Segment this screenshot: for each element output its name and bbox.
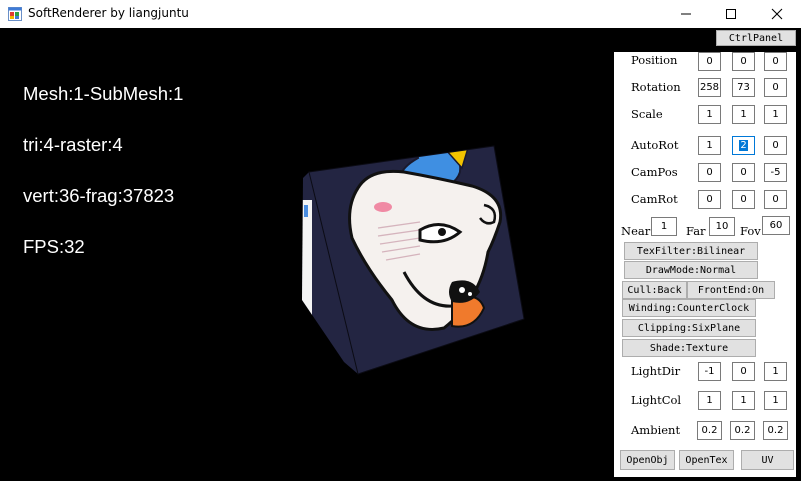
lightcol-label: LightCol	[631, 393, 682, 407]
maximize-button[interactable]	[708, 0, 754, 28]
position-z-field[interactable]: 0	[764, 52, 787, 71]
autorot-label: AutoRot	[631, 138, 679, 152]
campos-x-field[interactable]: 0	[698, 163, 721, 182]
campos-y-field[interactable]: 0	[732, 163, 755, 182]
window-title: SoftRenderer by liangjuntu	[28, 6, 189, 20]
campos-label: CamPos	[631, 165, 678, 179]
lightcol-y-field[interactable]: 1	[732, 391, 755, 410]
maximize-icon	[726, 9, 736, 19]
rotation-x-field[interactable]: 258	[698, 78, 721, 97]
near-field[interactable]: 1	[651, 217, 677, 236]
autorot-y-value: 2	[739, 140, 748, 151]
lightdir-label: LightDir	[631, 364, 681, 378]
lightdir-y-field[interactable]: 0	[732, 362, 755, 381]
far-field[interactable]: 10	[709, 217, 735, 236]
close-icon	[771, 8, 783, 20]
openobj-button[interactable]: OpenObj	[620, 450, 675, 470]
lightcol-z-field[interactable]: 1	[764, 391, 787, 410]
app-window-icon	[8, 7, 22, 21]
ambient-x-field[interactable]: 0.2	[697, 421, 722, 440]
scale-label: Scale	[631, 107, 663, 121]
position-y-field[interactable]: 0	[732, 52, 755, 71]
camrot-y-field[interactable]: 0	[732, 190, 755, 209]
autorot-y-field[interactable]: 2	[732, 136, 755, 155]
fov-label: Fov	[740, 224, 761, 238]
shade-button[interactable]: Shade:Texture	[622, 339, 756, 357]
camrot-label: CamRot	[631, 192, 678, 206]
ambient-z-field[interactable]: 0.2	[763, 421, 788, 440]
lightdir-z-field[interactable]: 1	[764, 362, 787, 381]
ambient-label: Ambient	[631, 423, 681, 437]
rotation-y-field[interactable]: 73	[732, 78, 755, 97]
scale-x-field[interactable]: 1	[698, 105, 721, 124]
ambient-y-field[interactable]: 0.2	[730, 421, 755, 440]
far-label: Far	[686, 224, 706, 238]
position-label: Position	[631, 53, 678, 67]
minimize-button[interactable]	[663, 0, 709, 28]
camrot-x-field[interactable]: 0	[698, 190, 721, 209]
near-label: Near	[621, 224, 651, 238]
rotation-z-field[interactable]: 0	[764, 78, 787, 97]
title-bar: SoftRenderer by liangjuntu	[0, 0, 801, 28]
fov-field[interactable]: 60	[762, 216, 790, 235]
uv-button[interactable]: UV	[741, 450, 794, 470]
scale-z-field[interactable]: 1	[764, 105, 787, 124]
position-x-field[interactable]: 0	[698, 52, 721, 71]
clipping-button[interactable]: Clipping:SixPlane	[622, 319, 756, 337]
scale-y-field[interactable]: 1	[732, 105, 755, 124]
close-button[interactable]	[754, 0, 800, 28]
rotation-label: Rotation	[631, 80, 681, 94]
opentex-button[interactable]: OpenTex	[679, 450, 734, 470]
winding-button[interactable]: Winding:CounterClock	[622, 299, 756, 317]
ctrlpanel-button[interactable]: CtrlPanel	[716, 30, 796, 46]
minimize-icon	[681, 13, 691, 15]
texfilter-button[interactable]: TexFilter:Bilinear	[624, 242, 758, 260]
lightdir-x-field[interactable]: -1	[698, 362, 721, 381]
autorot-x-field[interactable]: 1	[698, 136, 721, 155]
frontend-button[interactable]: FrontEnd:On	[687, 281, 775, 299]
drawmode-button[interactable]: DrawMode:Normal	[624, 261, 758, 279]
autorot-z-field[interactable]: 0	[764, 136, 787, 155]
lightcol-x-field[interactable]: 1	[698, 391, 721, 410]
campos-z-field[interactable]: -5	[764, 163, 787, 182]
camrot-z-field[interactable]: 0	[764, 190, 787, 209]
cull-button[interactable]: Cull:Back	[622, 281, 687, 299]
